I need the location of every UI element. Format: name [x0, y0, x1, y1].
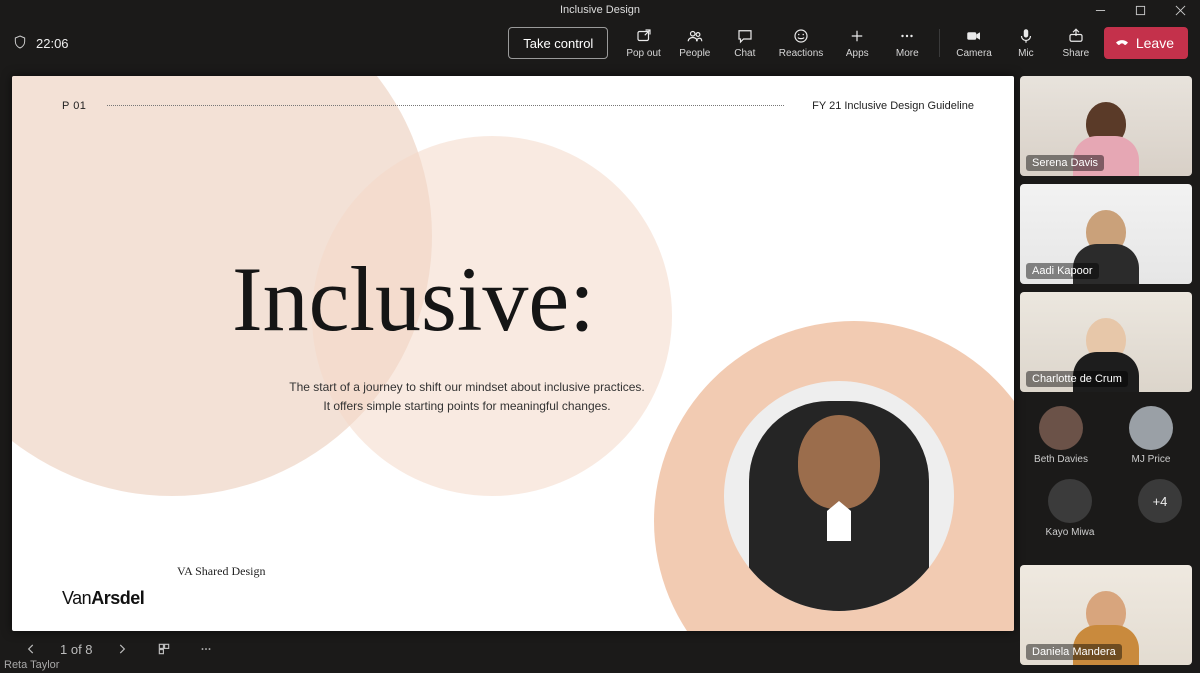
close-window-button[interactable]: [1160, 0, 1200, 20]
participant-name: Charlotte de Crum: [1026, 371, 1128, 387]
participant-avatar[interactable]: MJ Price: [1121, 406, 1181, 465]
more-icon: [898, 27, 916, 45]
slide-title: Inclusive:: [232, 246, 595, 352]
slide: P 01 FY 21 Inclusive Design Guideline In…: [12, 76, 1014, 631]
slide-subtitle: The start of a journey to shift our mind…: [267, 378, 667, 416]
more-button[interactable]: More: [885, 21, 929, 65]
pop-out-icon: [635, 27, 653, 45]
participant-name: Serena Davis: [1026, 155, 1104, 171]
self-view-name: Daniela Mandera: [1026, 644, 1122, 660]
meeting-toolbar: 22:06 Take control Pop out People Chat R…: [0, 20, 1200, 66]
pop-out-button[interactable]: Pop out: [620, 21, 666, 65]
dotted-rule: [107, 105, 784, 106]
take-control-button[interactable]: Take control: [508, 27, 608, 59]
people-button[interactable]: People: [673, 21, 717, 65]
title-bar: Inclusive Design: [0, 0, 1200, 20]
next-slide-button[interactable]: [109, 636, 135, 662]
presentation-stage: P 01 FY 21 Inclusive Design Guideline In…: [0, 66, 1014, 673]
participant-rail: Serena Davis Aadi Kapoor Charlotte de Cr…: [1014, 66, 1200, 673]
participant-name: Aadi Kapoor: [1026, 263, 1099, 279]
reactions-icon: [792, 27, 810, 45]
people-icon: [686, 27, 704, 45]
participant-overflow[interactable]: +4: [1130, 479, 1190, 538]
mic-button[interactable]: Mic: [1004, 21, 1048, 65]
presenter-name: Reta Taylor: [4, 659, 59, 671]
hangup-icon: [1114, 34, 1130, 53]
meeting-timer: 22:06: [36, 36, 69, 51]
participant-avatar[interactable]: Kayo Miwa: [1040, 479, 1100, 538]
slide-portrait: [724, 381, 954, 611]
participant-avatar-row: Kayo Miwa +4: [1020, 473, 1192, 538]
mic-icon: [1017, 27, 1035, 45]
maximize-button[interactable]: [1120, 0, 1160, 20]
reactions-button[interactable]: Reactions: [773, 21, 829, 65]
stage-footer: 1 of 8: [12, 631, 1014, 667]
chat-icon: [736, 27, 754, 45]
shield-icon: [12, 34, 28, 53]
window-title: Inclusive Design: [560, 4, 640, 16]
slide-page-label: P 01: [62, 100, 86, 112]
participant-avatar-row: Beth Davies MJ Price: [1020, 400, 1192, 465]
chat-button[interactable]: Chat: [723, 21, 767, 65]
slide-guideline: FY 21 Inclusive Design Guideline: [812, 100, 974, 112]
minimize-button[interactable]: [1080, 0, 1120, 20]
camera-button[interactable]: Camera: [950, 21, 998, 65]
slide-shared-line: VA Shared Design: [177, 564, 265, 579]
share-icon: [1067, 27, 1085, 45]
leave-button[interactable]: Leave: [1104, 27, 1188, 59]
camera-icon: [965, 27, 983, 45]
slide-page-indicator: 1 of 8: [60, 642, 93, 657]
grid-view-button[interactable]: [151, 636, 177, 662]
brand-logo: VanArsdel: [62, 588, 144, 609]
participant-avatar[interactable]: Beth Davies: [1031, 406, 1091, 465]
plus-icon: [848, 27, 866, 45]
self-view-tile[interactable]: Daniela Mandera: [1020, 565, 1192, 665]
slide-more-button[interactable]: [193, 636, 219, 662]
apps-button[interactable]: Apps: [835, 21, 879, 65]
participant-tile[interactable]: Aadi Kapoor: [1020, 184, 1192, 284]
participant-tile[interactable]: Charlotte de Crum: [1020, 292, 1192, 392]
toolbar-divider: [939, 29, 940, 57]
participant-tile[interactable]: Serena Davis: [1020, 76, 1192, 176]
share-button[interactable]: Share: [1054, 21, 1098, 65]
